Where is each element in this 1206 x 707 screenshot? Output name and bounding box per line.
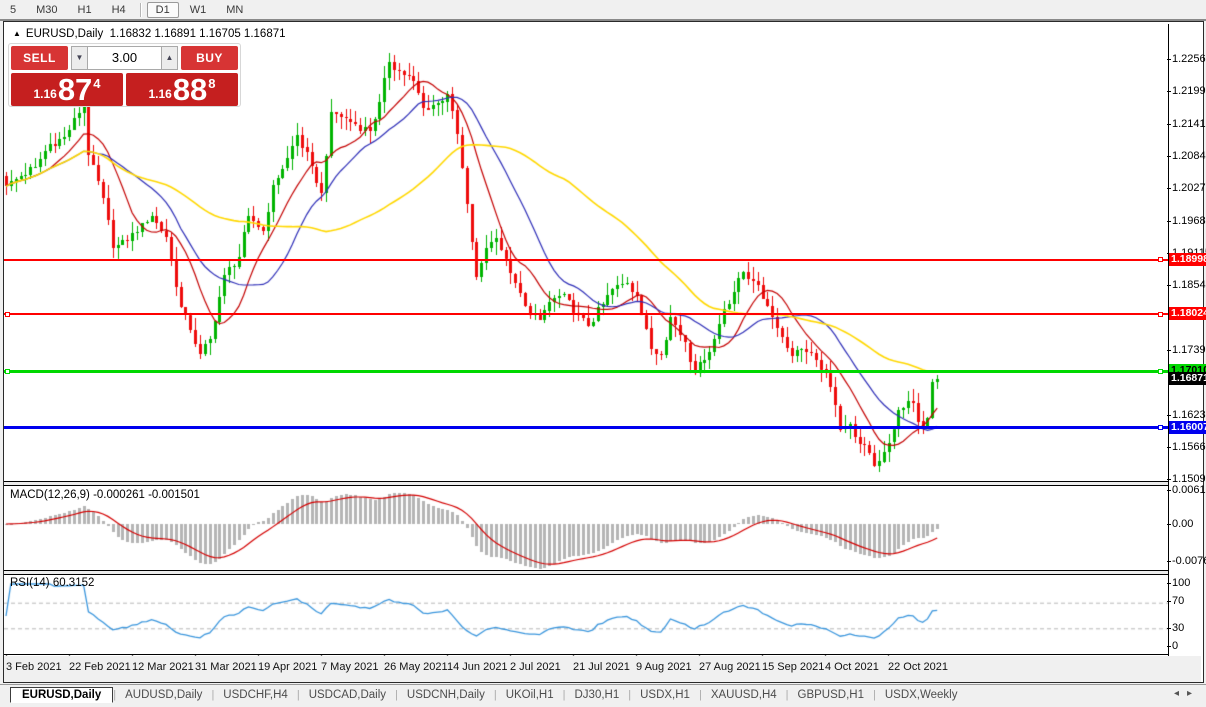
tab-usdchf-h4[interactable]: USDCHF,H4	[214, 688, 297, 702]
line-end-marker	[5, 369, 10, 374]
bid-price-sup: 4	[93, 76, 101, 91]
price-badge-1.16007: 1.16007	[1169, 420, 1206, 434]
price-axis-label: 1.18545	[1167, 279, 1206, 291]
line-end-marker	[1158, 369, 1163, 374]
rsi-axis-label: 70	[1166, 595, 1185, 607]
bid-price-display[interactable]: 1.16 87 4	[11, 73, 123, 106]
date-axis-label: 21 Jul 2021	[573, 661, 630, 673]
rsi-panel-splitter[interactable]	[4, 570, 1168, 575]
price-badge-1.16871: 1.16871	[1169, 372, 1206, 386]
price-axis-label: 1.21410	[1167, 118, 1206, 130]
horizontal-line-1.18024[interactable]	[4, 313, 1168, 315]
horizontal-line-1.18998[interactable]	[4, 259, 1168, 261]
price-badge-1.18024: 1.18024	[1169, 307, 1206, 321]
date-axis-label: 22 Feb 2021	[69, 661, 131, 673]
timeframe-button-h4[interactable]: H4	[103, 2, 135, 18]
timeframe-button-w1[interactable]: W1	[181, 2, 216, 18]
volume-decrease-button[interactable]: ▼	[71, 46, 88, 70]
date-axis-label: 4 Oct 2021	[825, 661, 879, 673]
macd-indicator-label: MACD(12,26,9) -0.000261 -0.001501	[10, 489, 200, 501]
bid-price-big: 87	[57, 72, 93, 107]
tab-gbpusd-h1[interactable]: GBPUSD,H1	[789, 688, 873, 702]
price-chart-canvas[interactable]	[4, 24, 1168, 660]
rsi-indicator-label: RSI(14) 60.3152	[10, 577, 95, 589]
tab-eurusd-daily[interactable]: EURUSD,Daily	[10, 687, 114, 703]
trading-terminal: 5 M30 H1 H4 D1 W1 MN ▲ EURUSD,Daily 1.16832 1.1…	[0, 0, 1206, 707]
date-axis-label: 31 Mar 2021	[195, 661, 257, 673]
toolbar-separator	[139, 2, 142, 17]
timeframe-toolbar: 5 M30 H1 H4 D1 W1 MN	[0, 0, 1206, 19]
rsi-axis-label: 30	[1166, 622, 1185, 634]
line-end-marker	[5, 312, 10, 317]
date-axis-label: 2 Jul 2021	[510, 661, 561, 673]
timeframe-button-mn[interactable]: MN	[217, 2, 252, 18]
price-axis-label: 1.22565	[1167, 53, 1206, 65]
line-end-marker	[1158, 312, 1163, 317]
timeframe-button-5[interactable]: 5	[1, 2, 25, 18]
macd-axis-label: 0.006193	[1167, 484, 1206, 496]
price-axis-label: 1.19685	[1167, 215, 1206, 227]
tab-usdcnh-daily[interactable]: USDCNH,Daily	[398, 688, 494, 702]
tab-xauusd-h4[interactable]: XAUUSD,H4	[702, 688, 786, 702]
tab-dj30-h1[interactable]: DJ30,H1	[566, 688, 629, 702]
tab-usdcad-daily[interactable]: USDCAD,Daily	[300, 688, 395, 702]
price-axis-label: 1.20840	[1167, 150, 1206, 162]
sell-button[interactable]: SELL	[11, 46, 68, 70]
date-axis-label: 7 May 2021	[321, 661, 379, 673]
macd-panel-splitter[interactable]	[4, 481, 1168, 486]
price-axis-label: 1.16235	[1167, 409, 1206, 421]
one-click-trade-panel: SELL ▼ 3.00 ▲ BUY 1.16 87 4 1.16 88 8	[8, 43, 241, 107]
date-axis-label: 15 Sep 2021	[762, 661, 825, 673]
price-axis-label: 1.17390	[1167, 344, 1206, 356]
price-axis-label: 1.15095	[1167, 473, 1206, 485]
tab-usdx-h1[interactable]: USDX,H1	[631, 688, 699, 702]
volume-increase-button[interactable]: ▲	[161, 46, 178, 70]
line-end-marker	[1158, 425, 1163, 430]
ask-price-big: 88	[172, 72, 208, 107]
chart-title: ▲ EURUSD,Daily 1.16832 1.16891 1.16705 1.…	[13, 28, 286, 40]
price-axis-label: 1.20270	[1167, 182, 1206, 194]
timeframe-button-d1[interactable]: D1	[146, 1, 179, 18]
ask-price-prefix: 1.16	[148, 87, 172, 101]
price-badge-1.18998: 1.18998	[1169, 252, 1206, 266]
price-axis-label: 1.15665	[1167, 441, 1206, 453]
bid-price-prefix: 1.16	[33, 87, 57, 101]
date-axis-label: 26 May 2021	[384, 661, 448, 673]
chart-ohlc-values: 1.16832 1.16891 1.16705 1.16871	[109, 28, 286, 40]
tab-ukoil-h1[interactable]: UKOil,H1	[497, 688, 563, 702]
date-axis: 3 Feb 2021 22 Feb 2021 12 Mar 2021 31 Mar 2…	[4, 656, 1201, 682]
ask-price-sup: 8	[208, 76, 216, 91]
date-axis-label: 14 Jun 2021	[447, 661, 508, 673]
horizontal-line-1.16007[interactable]	[4, 426, 1168, 429]
date-axis-label: 27 Aug 2021	[699, 661, 761, 673]
tab-scroll-arrows[interactable]: ◂▸	[1174, 688, 1200, 699]
buy-button[interactable]: BUY	[181, 46, 238, 70]
rsi-axis-label: 0	[1166, 640, 1179, 652]
collapse-icon[interactable]: ▲	[13, 29, 21, 38]
macd-axis-label: -0.007621	[1167, 555, 1206, 567]
rsi-axis-label: 100	[1166, 577, 1191, 589]
date-axis-label: 22 Oct 2021	[888, 661, 948, 673]
chart-symbol-label: EURUSD,Daily	[25, 28, 104, 40]
symbol-tab-bar: EURUSD,Daily | AUDUSD,Daily | USDCHF,H4 | USDC…	[0, 684, 1206, 705]
price-axis-label: 1.21995	[1167, 85, 1206, 97]
chart-bottom-border	[4, 654, 1168, 655]
date-axis-label: 3 Feb 2021	[6, 661, 62, 673]
date-axis-label: 12 Mar 2021	[132, 661, 194, 673]
date-axis-label: 9 Aug 2021	[636, 661, 692, 673]
volume-input[interactable]: 3.00	[88, 46, 161, 70]
timeframe-button-h1[interactable]: H1	[69, 2, 101, 18]
ask-price-display[interactable]: 1.16 88 8	[126, 73, 238, 106]
date-axis-label: 19 Apr 2021	[258, 661, 318, 673]
macd-axis-label: 0.00	[1166, 518, 1194, 530]
timeframe-button-m30[interactable]: M30	[27, 2, 66, 18]
tab-usdx-weekly[interactable]: USDX,Weekly	[876, 688, 967, 702]
line-end-marker	[1158, 257, 1163, 262]
horizontal-line-1.1701[interactable]	[4, 370, 1168, 373]
tab-audusd-daily[interactable]: AUDUSD,Daily	[116, 688, 211, 702]
